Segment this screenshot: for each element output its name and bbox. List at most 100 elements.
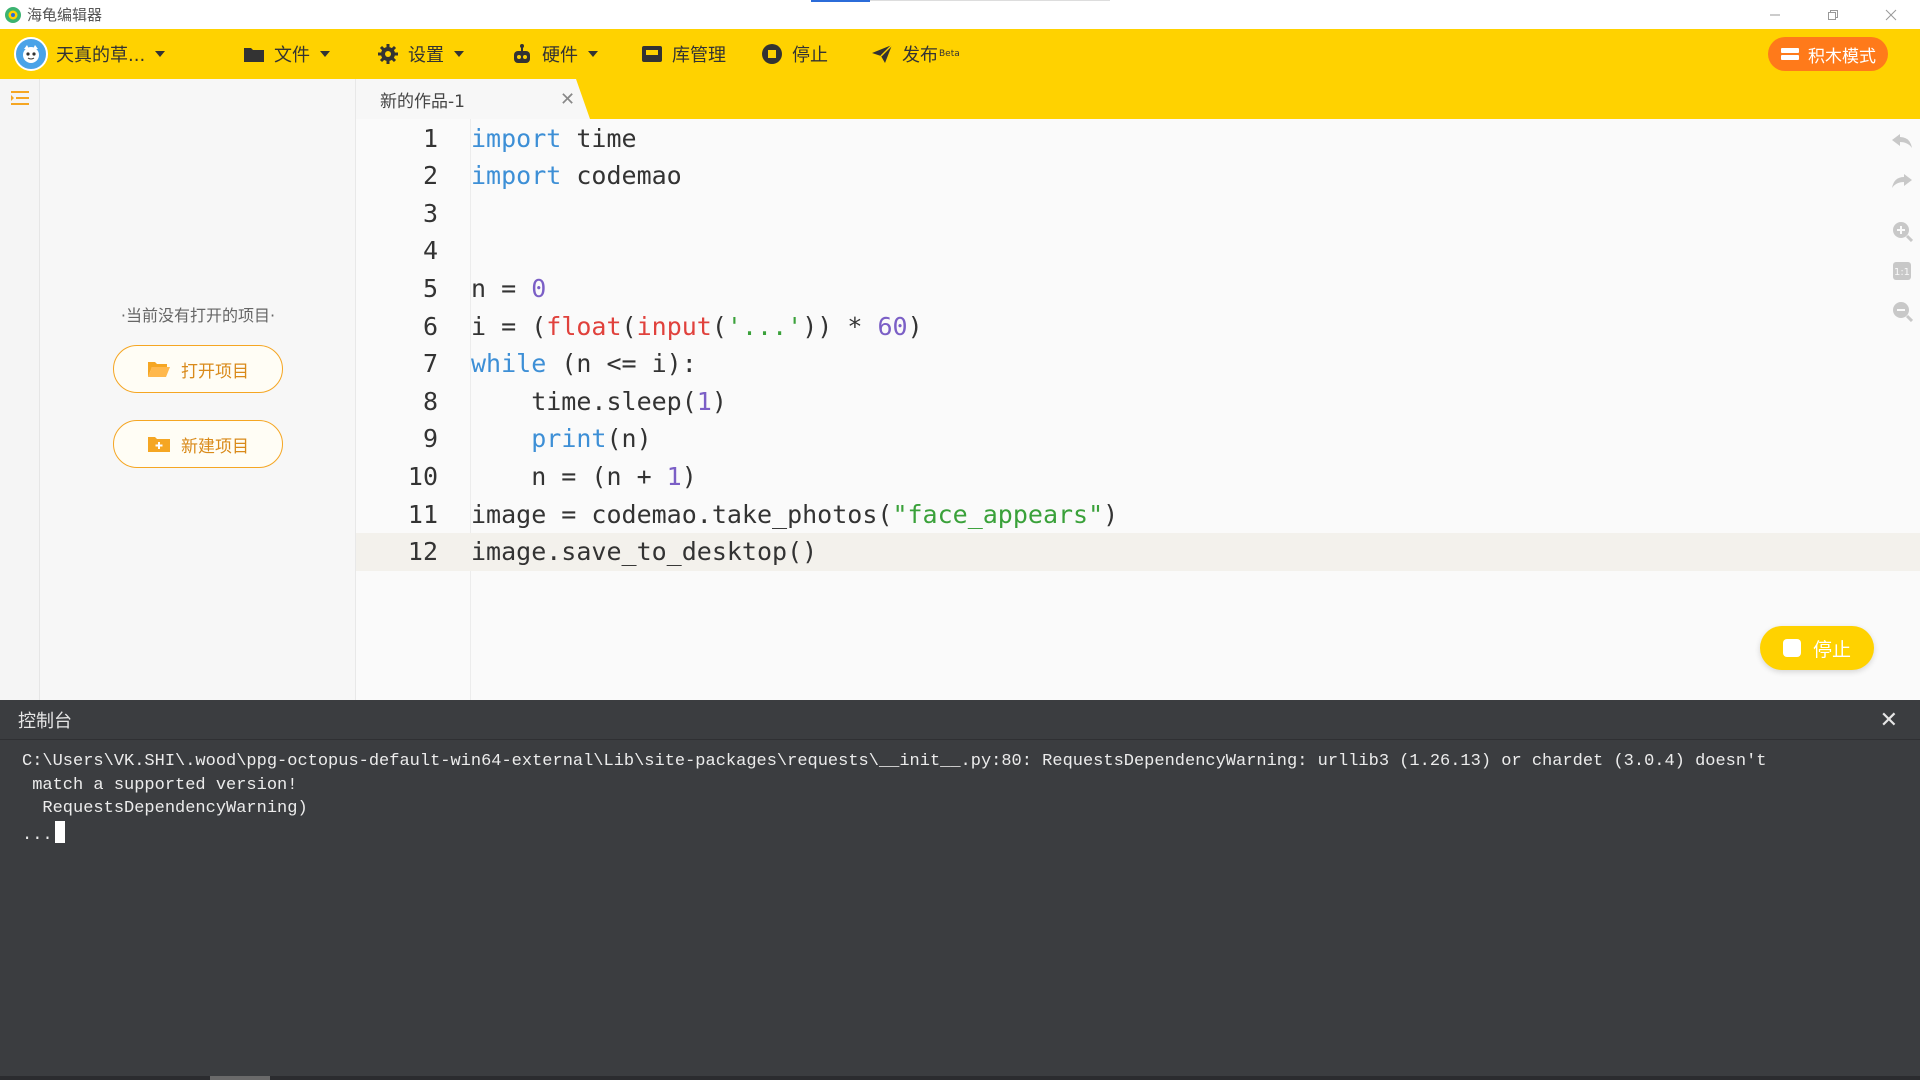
open-project-label: 打开项目 [181, 361, 249, 382]
block-mode-label: 积木模式 [1808, 46, 1876, 67]
line-number: 10 [407, 461, 438, 491]
code-token: n = (n + [471, 461, 667, 491]
avatar [14, 37, 48, 71]
code-editor[interactable]: 1 import time 2 import codemao 3 4 5 n = 0 6 i = … [356, 119, 1920, 700]
no-project-text: ·当前没有打开的项目· [120, 306, 276, 325]
reset-zoom-icon[interactable]: 1:1 [1890, 259, 1914, 283]
console-output[interactable]: C:\Users\VK.SHI\.wood\ppg-octopus-defaul… [0, 740, 1920, 847]
menu-settings[interactable]: 设置 [376, 41, 464, 67]
code-line[interactable]: 8 time.sleep(1) [356, 383, 1920, 421]
console-title: 控制台 [18, 710, 72, 732]
blocks-icon [1780, 46, 1800, 62]
undo-icon[interactable] [1890, 129, 1914, 153]
code-text: image.save_to_desktop() [471, 533, 817, 571]
code-line[interactable]: 9 print(n) [356, 420, 1920, 458]
menu-hardware-label: 硬件 [542, 45, 578, 66]
svg-text:1:1: 1:1 [1894, 267, 1910, 278]
toolbar-publish-button[interactable]: 发布 Beta [870, 41, 960, 67]
new-project-button[interactable]: 新建项目 [113, 420, 283, 468]
folder-plus-icon [147, 434, 171, 454]
close-window-button[interactable] [1862, 0, 1920, 29]
code-token: while [471, 349, 547, 379]
zoom-in-icon[interactable] [1890, 219, 1914, 243]
robot-icon [510, 42, 534, 66]
block-mode-button[interactable]: 积木模式 [1768, 37, 1888, 71]
console-prompt-text: ... [22, 825, 53, 845]
send-icon [870, 42, 894, 66]
left-icon-bar [0, 79, 40, 700]
tab-title: 新的作品-1 [380, 91, 465, 112]
menu-hardware[interactable]: 硬件 [510, 41, 598, 67]
menu-file[interactable]: 文件 [242, 41, 330, 67]
minimize-button[interactable] [1746, 0, 1804, 29]
code-token: 60 [877, 311, 908, 341]
line-number: 9 [422, 424, 438, 454]
code-token: (n) [606, 424, 652, 454]
toolbar-stop-label: 停止 [792, 45, 828, 66]
code-token: ) [681, 461, 697, 491]
code-text: import time [471, 120, 637, 158]
code-line[interactable]: 5 n = 0 [356, 270, 1920, 308]
line-number: 6 [422, 311, 438, 341]
folder-icon [242, 42, 266, 66]
line-number: 3 [422, 198, 438, 228]
stop-square-icon [1782, 639, 1801, 657]
code-line[interactable]: 2 import codemao [356, 157, 1920, 195]
code-token: float [546, 311, 622, 341]
code-line[interactable]: 6i = (float(input('...')) * 60) [356, 308, 1920, 346]
chevron-down-icon [454, 51, 464, 57]
console-input-line[interactable]: ... [22, 820, 1902, 848]
console-header: 控制台 ✕ [0, 700, 1920, 740]
code-line[interactable]: 3 [356, 195, 1920, 233]
console-line: RequestsDependencyWarning) [22, 799, 308, 818]
toolbar-publish-label: 发布 [902, 45, 938, 66]
chevron-down-icon [320, 51, 330, 57]
code-line[interactable]: 4 [356, 232, 1920, 270]
code-token: ) [711, 386, 727, 416]
code-token: import [471, 161, 562, 191]
code-line[interactable]: 1 import time [356, 120, 1920, 158]
code-token: codemao [561, 161, 682, 191]
code-line[interactable]: 7 while (n <= i): [356, 345, 1920, 383]
scrollbar-thumb[interactable] [210, 1076, 270, 1080]
code-text: print(n) [471, 420, 652, 458]
title-bar: 海龟编辑器 [0, 0, 1920, 29]
toolbar-stop-button[interactable]: 停止 [760, 41, 828, 67]
user-name: 天真的草... [56, 45, 146, 66]
menu-toggle-icon[interactable] [10, 89, 30, 111]
code-token: input [636, 311, 712, 341]
code-line[interactable]: 12 image.save_to_desktop() [356, 533, 1920, 571]
new-project-label: 新建项目 [181, 436, 249, 457]
code-text: time.sleep(1) [471, 383, 727, 421]
project-panel: ·当前没有打开的项目· 打开项目 新建项目 [40, 79, 356, 700]
tab-close-icon[interactable]: ✕ [560, 89, 575, 110]
zoom-out-icon[interactable] [1890, 299, 1914, 323]
code-line[interactable]: 10 n = (n + 1) [356, 458, 1920, 496]
code-token: print [531, 424, 607, 454]
line-number: 8 [422, 386, 438, 416]
line-number: 1 [422, 123, 438, 153]
code-token: )) * [802, 311, 878, 341]
tab-new-work-1[interactable]: 新的作品-1 ✕ [356, 79, 590, 119]
code-text: while (n <= i): [471, 345, 697, 383]
line-number: 7 [422, 349, 438, 379]
code-token: time.sleep( [471, 386, 697, 416]
open-project-button[interactable]: 打开项目 [113, 345, 283, 393]
console-panel: 控制台 ✕ C:\Users\VK.SHI\.wood\ppg-octopus-… [0, 700, 1920, 1080]
code-token: (n <= i): [546, 349, 697, 379]
restore-button[interactable] [1804, 0, 1862, 29]
menu-library[interactable]: 库管理 [640, 41, 726, 67]
line-number: 4 [422, 236, 438, 266]
user-menu[interactable]: 天真的草... [14, 37, 194, 71]
menu-library-label: 库管理 [672, 45, 726, 66]
redo-icon[interactable] [1890, 169, 1914, 193]
code-token: 0 [531, 273, 547, 303]
console-close-icon[interactable]: ✕ [1880, 708, 1898, 733]
console-scrollbar[interactable] [0, 1076, 1920, 1080]
chevron-down-icon [155, 51, 166, 57]
window-controls [1746, 0, 1920, 29]
code-token: ( [621, 311, 637, 341]
code-line[interactable]: 11 image = codemao.take_photos("face_appe… [356, 496, 1920, 534]
floating-stop-button[interactable]: 停止 [1760, 626, 1874, 670]
